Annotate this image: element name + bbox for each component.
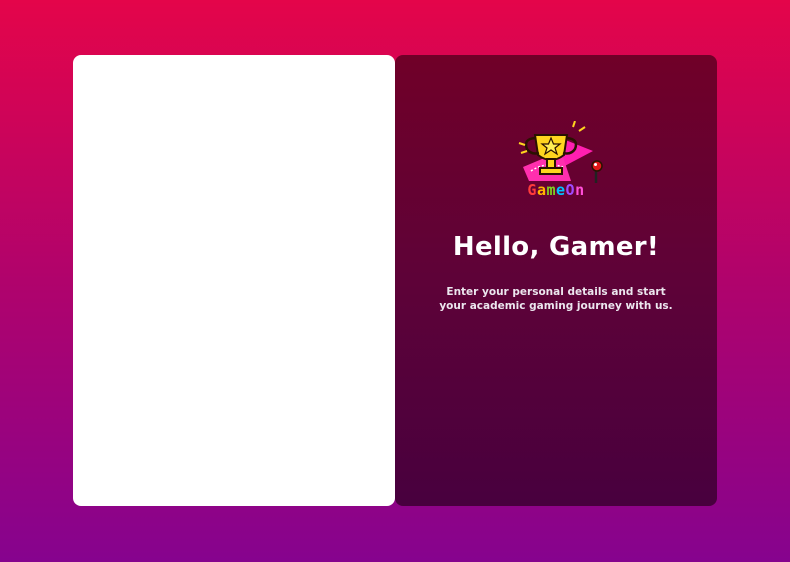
form-panel: [73, 55, 395, 506]
gameon-logo: GameOn: [501, 121, 611, 203]
welcome-panel: GameOn Hello, Gamer! Enter your personal…: [395, 55, 717, 506]
welcome-subtitle: Enter your personal details and start yo…: [439, 286, 673, 312]
logo-wordmark: GameOn: [527, 181, 585, 199]
trophy-icon: [518, 121, 603, 183]
joystick-icon: [591, 160, 603, 183]
auth-card: GameOn Hello, Gamer! Enter your personal…: [73, 55, 717, 506]
welcome-title: Hello, Gamer!: [452, 232, 660, 262]
